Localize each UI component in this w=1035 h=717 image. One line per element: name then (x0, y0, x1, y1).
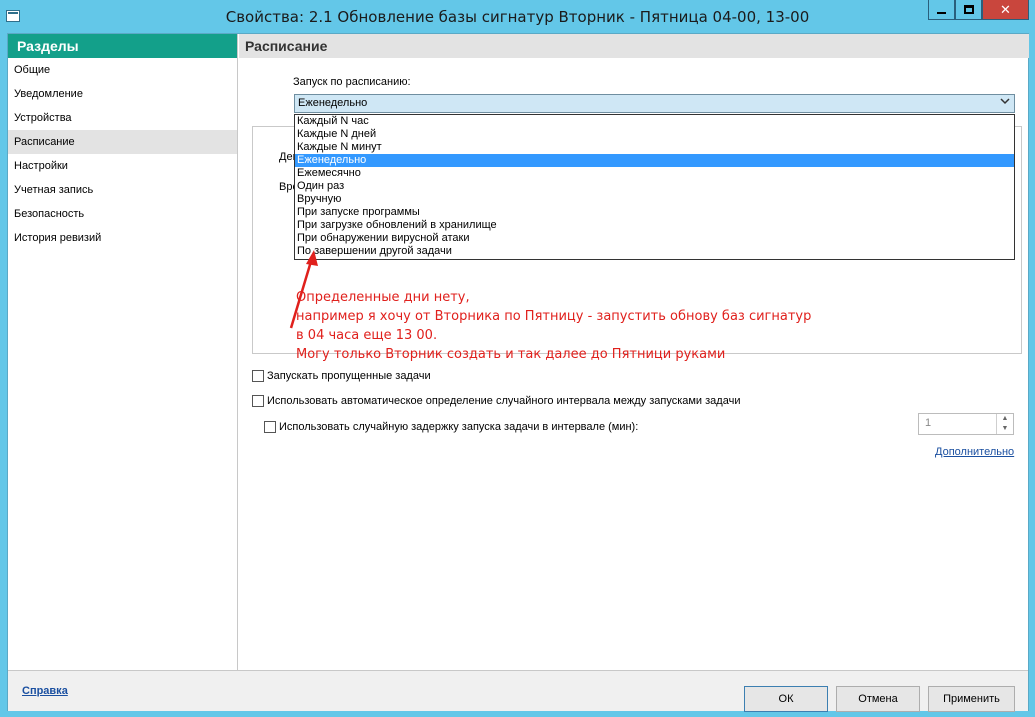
dialog-client-area: Разделы Общие Уведомление Устройства Рас… (7, 33, 1029, 712)
stepper-down-icon[interactable]: ▼ (997, 424, 1013, 434)
annotation-line: Могу только Вторник создать и так далее … (296, 347, 726, 362)
schedule-type-value: Еженедельно (298, 97, 368, 109)
random-delay-stepper[interactable]: 1 ▲ ▼ (918, 413, 1014, 435)
minimize-button[interactable] (928, 0, 955, 20)
sections-sidebar: Разделы Общие Уведомление Устройства Рас… (8, 34, 238, 670)
schedule-label: Запуск по расписанию: (293, 76, 411, 88)
cancel-button[interactable]: Отмена (836, 686, 920, 712)
option-every-n-hours[interactable]: Каждый N час (295, 115, 1014, 128)
auto-interval-checkbox[interactable] (252, 395, 264, 407)
help-link[interactable]: Справка (22, 685, 68, 697)
option-every-n-minutes[interactable]: Каждые N минут (295, 141, 1014, 154)
sidebar-item-schedule[interactable]: Расписание (8, 130, 237, 154)
run-missed-label: Запускать пропущенные задачи (267, 370, 431, 382)
option-every-n-days[interactable]: Каждые N дней (295, 128, 1014, 141)
sidebar-item-revision-history[interactable]: История ревизий (8, 226, 237, 250)
sidebar-item-account[interactable]: Учетная запись (8, 178, 237, 202)
window-title: Свойства: 2.1 Обновление базы сигнатур В… (225, 8, 810, 26)
section-title: Расписание (239, 34, 1029, 58)
sidebar-item-general[interactable]: Общие (8, 58, 237, 82)
run-missed-checkbox[interactable] (252, 370, 264, 382)
minimize-icon (937, 11, 946, 14)
option-after-other-task[interactable]: По завершении другой задачи (295, 245, 1014, 258)
auto-interval-row: Использовать автоматическое определение … (252, 395, 740, 407)
apply-button[interactable]: Применить (928, 686, 1015, 712)
advanced-link[interactable]: Дополнительно (935, 446, 1014, 458)
title-bar[interactable]: Свойства: 2.1 Обновление базы сигнатур В… (0, 0, 1035, 33)
maximize-icon (963, 5, 974, 14)
schedule-type-select[interactable]: Еженедельно (294, 94, 1015, 113)
auto-interval-label: Использовать автоматическое определение … (267, 395, 741, 407)
annotation-line: например я хочу от Вторника по Пятницу -… (296, 309, 812, 324)
random-delay-checkbox[interactable] (264, 421, 276, 433)
option-once[interactable]: Один раз (295, 180, 1014, 193)
option-monthly[interactable]: Ежемесячно (295, 167, 1014, 180)
annotation-line: в 04 часа еще 13 00. (296, 328, 438, 343)
option-on-virus-outbreak[interactable]: При обнаружении вирусной атаки (295, 232, 1014, 245)
chevron-down-icon[interactable] (1000, 96, 1010, 109)
option-manual[interactable]: Вручную (295, 193, 1014, 206)
maximize-button[interactable] (955, 0, 982, 20)
random-delay-label: Использовать случайную задержку запуска … (279, 421, 639, 433)
annotation-line: Определенные дни нету, (296, 290, 470, 305)
stepper-up-icon[interactable]: ▲ (997, 414, 1013, 424)
schedule-panel: Расписание Запуск по расписанию: День Вр… (239, 34, 1029, 670)
sidebar-item-notification[interactable]: Уведомление (8, 82, 237, 106)
stepper-buttons: ▲ ▼ (996, 414, 1013, 434)
annotation-text: Определенные дни нету, например я хочу о… (296, 288, 811, 364)
sidebar-item-devices[interactable]: Устройства (8, 106, 237, 130)
option-weekly[interactable]: Еженедельно (295, 154, 1014, 167)
schedule-type-dropdown: Каждый N час Каждые N дней Каждые N мину… (294, 114, 1015, 260)
dialog-footer: Справка ОК Отмена Применить (8, 670, 1028, 712)
annotation-arrow-icon (289, 250, 318, 329)
option-on-repository-update[interactable]: При загрузке обновлений в хранилище (295, 219, 1014, 232)
sidebar-header: Разделы (8, 34, 237, 58)
close-icon: ✕ (1000, 1, 1011, 17)
sidebar-item-settings[interactable]: Настройки (8, 154, 237, 178)
random-delay-row: Использовать случайную задержку запуска … (264, 421, 638, 433)
option-on-app-start[interactable]: При запуске программы (295, 206, 1014, 219)
properties-window: Свойства: 2.1 Обновление базы сигнатур В… (0, 0, 1035, 717)
run-missed-row: Запускать пропущенные задачи (252, 370, 431, 382)
close-button[interactable]: ✕ (982, 0, 1029, 20)
sidebar-item-security[interactable]: Безопасность (8, 202, 237, 226)
random-delay-value: 1 (925, 417, 932, 429)
ok-button[interactable]: ОК (744, 686, 828, 712)
